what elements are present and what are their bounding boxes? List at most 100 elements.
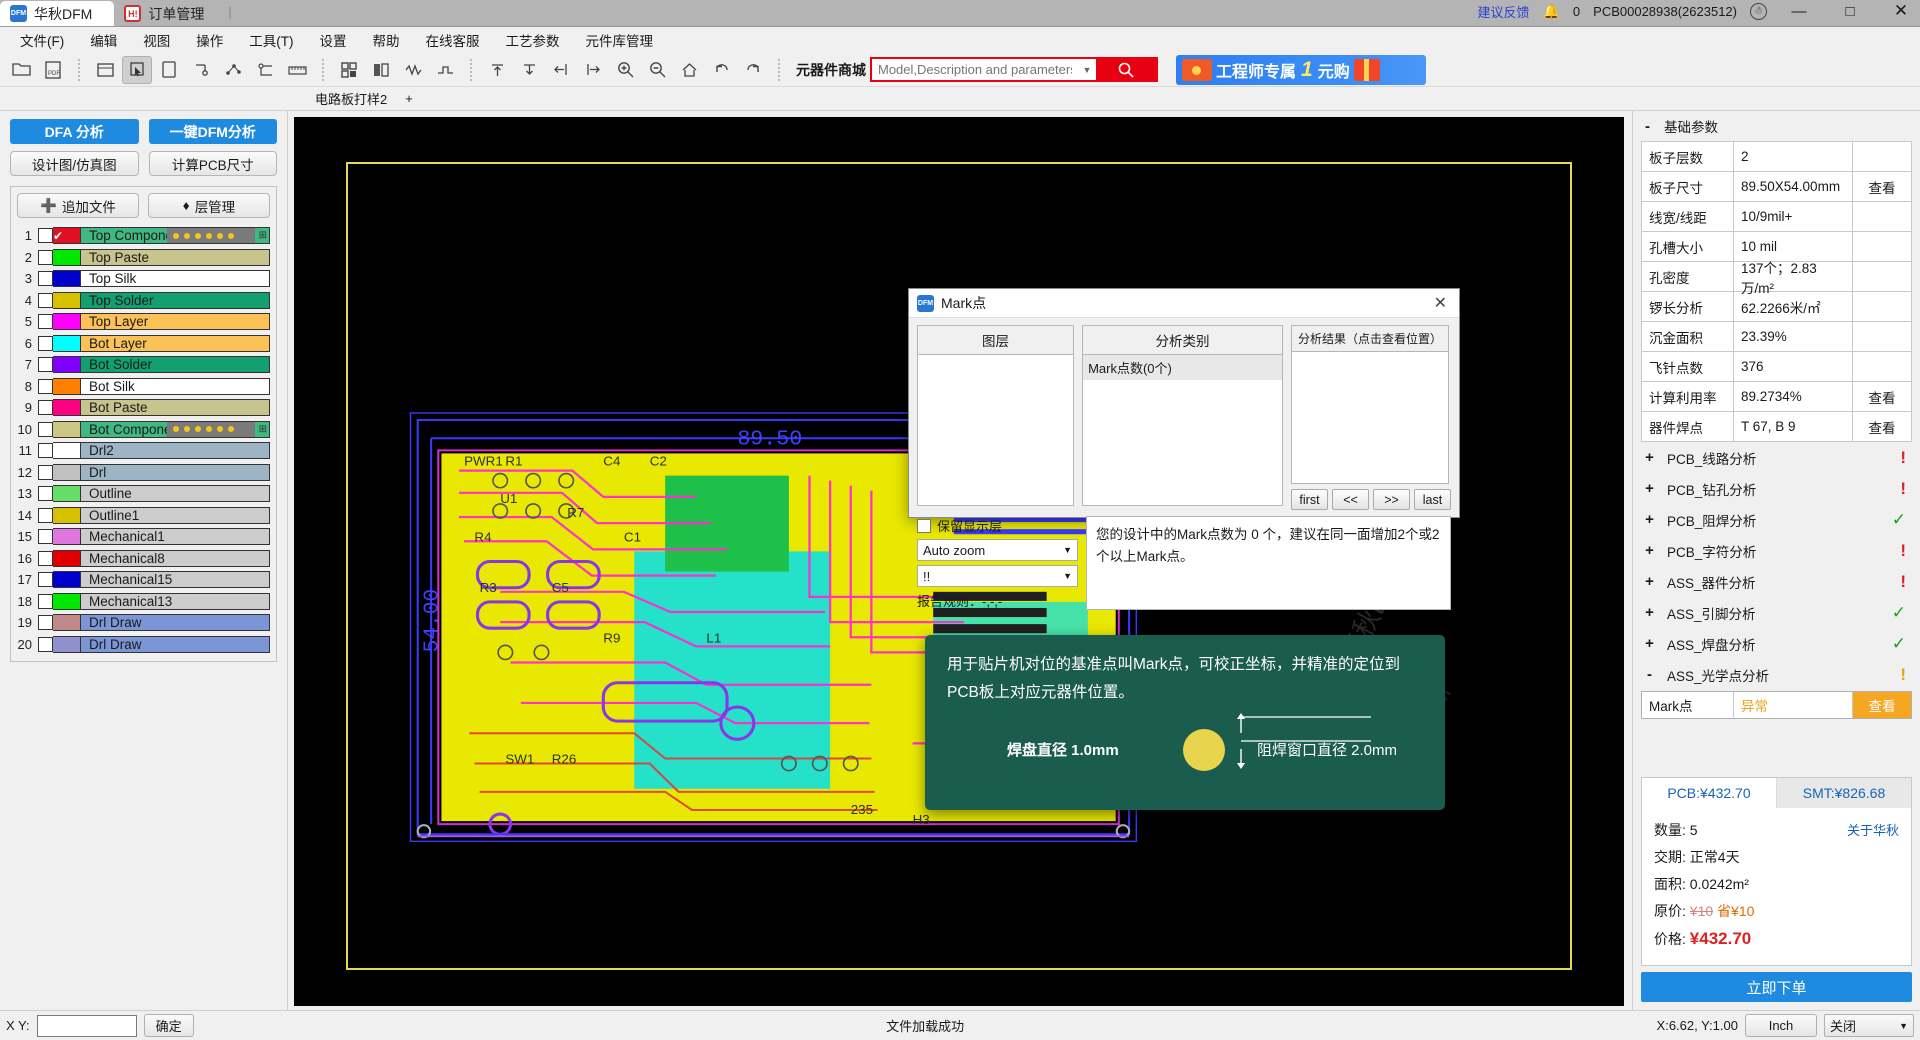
layer-row[interactable]: 17Mechanical15 xyxy=(17,569,270,591)
expand-toggle-icon[interactable]: - xyxy=(1643,666,1656,683)
zoom-in-icon[interactable] xyxy=(610,56,640,84)
analysis-result-column[interactable]: 分析结果（点击查看位置） xyxy=(1291,325,1449,484)
layer-row[interactable]: 11Drl2 xyxy=(17,440,270,462)
layer-color-swatch[interactable] xyxy=(53,636,81,653)
layer-list[interactable]: 1✔Top Component⊞2Top Paste3Top Silk4Top … xyxy=(17,225,270,655)
home-icon[interactable] xyxy=(674,56,704,84)
minimize-button[interactable]: — xyxy=(1780,0,1818,25)
analysis-row[interactable]: +PCB_阻焊分析✓ xyxy=(1633,504,1920,535)
tab-huaqiu-dfm[interactable]: DFM 华秋DFM xyxy=(0,1,114,26)
expand-toggle-icon[interactable]: + xyxy=(1643,511,1656,528)
secondary-select[interactable]: !! ▼ xyxy=(917,565,1078,587)
menu-item-edit[interactable]: 编辑 xyxy=(77,27,130,53)
layer-name[interactable]: Mechanical13 xyxy=(81,593,270,610)
layer-name[interactable]: Mechanical8 xyxy=(81,550,270,567)
dimension-icon[interactable] xyxy=(250,56,280,84)
layer-name[interactable]: Mechanical15 xyxy=(81,571,270,588)
design-simulation-button[interactable]: 设计图/仿真图 xyxy=(10,151,139,176)
layer-column[interactable]: 图层 xyxy=(917,325,1074,506)
analysis-category-item[interactable]: Mark点数(0个) xyxy=(1083,355,1282,380)
layer-name[interactable]: Top Paste xyxy=(81,249,270,266)
zoom-out-icon[interactable] xyxy=(642,56,672,84)
tab-pcb-price[interactable]: PCB:¥432.70 xyxy=(1642,778,1777,808)
layer-name[interactable]: Outline1 xyxy=(81,507,270,524)
basic-params-header[interactable]: - 基础参数 xyxy=(1633,111,1920,141)
layer-row[interactable]: 15Mechanical1 xyxy=(17,526,270,548)
close-select[interactable]: 关闭 ▼ xyxy=(1824,1014,1914,1037)
layer-row[interactable]: 18Mechanical13 xyxy=(17,591,270,613)
chevron-down-icon[interactable]: ▼ xyxy=(1078,59,1096,80)
promo-banner[interactable]: 工程师专属 1 元购 xyxy=(1176,55,1426,85)
layer-row[interactable]: 9Bot Paste xyxy=(17,397,270,419)
layer-checkbox[interactable] xyxy=(38,637,53,652)
layer-checkbox[interactable] xyxy=(38,400,53,415)
menu-item-online-support[interactable]: 在线客服 xyxy=(413,27,493,53)
expand-toggle-icon[interactable]: + xyxy=(1643,573,1656,590)
expand-toggle-icon[interactable]: + xyxy=(1643,542,1656,559)
one-click-dfm-button[interactable]: 一键DFM分析 xyxy=(149,119,278,144)
layer-checkbox[interactable] xyxy=(38,572,53,587)
param-action[interactable]: 查看 xyxy=(1853,382,1911,411)
layer-checkbox[interactable] xyxy=(38,336,53,351)
add-file-button[interactable]: ➕ 追加文件 xyxy=(17,193,139,218)
about-link[interactable]: 关于华秋 xyxy=(1847,817,1899,844)
layer-checkbox[interactable] xyxy=(38,465,53,480)
menu-item-settings[interactable]: 设置 xyxy=(307,27,360,53)
layer-checkbox[interactable] xyxy=(38,357,53,372)
nav-next-button[interactable]: >> xyxy=(1373,489,1410,510)
layer-name[interactable]: Mechanical1 xyxy=(81,528,270,545)
layer-color-swatch[interactable] xyxy=(53,571,81,588)
layer-checkbox[interactable] xyxy=(38,508,53,523)
layer-row[interactable]: 10Bot Component⊞ xyxy=(17,419,270,441)
menu-item-process-params[interactable]: 工艺参数 xyxy=(493,27,573,53)
align-left-icon[interactable] xyxy=(546,56,576,84)
maximize-button[interactable]: □ xyxy=(1831,0,1869,25)
xy-input[interactable] xyxy=(37,1015,137,1037)
menu-item-help[interactable]: 帮助 xyxy=(360,27,413,53)
feedback-link[interactable]: 建议反馈 xyxy=(1477,2,1529,21)
bell-icon[interactable]: 🔔 xyxy=(1542,3,1559,20)
calc-pcb-size-button[interactable]: 计算PCB尺寸 xyxy=(149,151,278,176)
layer-row[interactable]: 16Mechanical8 xyxy=(17,548,270,570)
pdf-export-icon[interactable]: PDF xyxy=(38,56,68,84)
nav-last-button[interactable]: last xyxy=(1414,489,1451,510)
add-document-tab-button[interactable]: + xyxy=(405,91,413,106)
layer-checkbox[interactable] xyxy=(38,594,53,609)
layer-name[interactable]: Outline xyxy=(81,485,270,502)
layer-checkbox[interactable] xyxy=(38,551,53,566)
layer-row[interactable]: 13Outline xyxy=(17,483,270,505)
menu-item-view[interactable]: 视图 xyxy=(130,27,183,53)
analysis-row[interactable]: +ASS_引脚分析✓ xyxy=(1633,597,1920,628)
layer-color-swatch[interactable] xyxy=(53,485,81,502)
dialog-close-button[interactable]: ✕ xyxy=(1430,293,1451,313)
layer-expand-icon[interactable]: ⊞ xyxy=(259,230,267,241)
layer-color-swatch[interactable] xyxy=(53,614,81,631)
layer-checkbox[interactable] xyxy=(38,228,53,243)
menu-item-file[interactable]: 文件(F) xyxy=(7,27,77,53)
layer-checkbox[interactable] xyxy=(38,529,53,544)
layer-manage-button[interactable]: ♦ 层管理 xyxy=(148,193,270,218)
menu-item-operate[interactable]: 操作 xyxy=(183,27,236,53)
layer-color-swatch[interactable] xyxy=(53,421,81,438)
redo-icon[interactable] xyxy=(738,56,768,84)
layer-checkbox[interactable] xyxy=(38,422,53,437)
menu-item-tools[interactable]: 工具(T) xyxy=(236,27,306,53)
open-folder-icon[interactable] xyxy=(6,56,36,84)
collapse-toggle-icon[interactable]: - xyxy=(1641,118,1654,135)
layer-name[interactable]: Drl Draw xyxy=(81,636,270,653)
layer-color-swatch[interactable] xyxy=(53,593,81,610)
layer-checkbox[interactable] xyxy=(38,314,53,329)
search-icon[interactable] xyxy=(1096,59,1156,80)
layer-color-swatch[interactable] xyxy=(53,464,81,481)
tab-smt-price[interactable]: SMT:¥826.68 xyxy=(1777,778,1911,808)
nav-first-button[interactable]: first xyxy=(1291,489,1328,510)
component-info-icon[interactable] xyxy=(366,56,396,84)
panel-view-icon[interactable] xyxy=(90,56,120,84)
single-board-icon[interactable] xyxy=(154,56,184,84)
layer-name[interactable]: Top Silk xyxy=(81,270,270,287)
expand-toggle-icon[interactable]: + xyxy=(1643,480,1656,497)
layer-name[interactable]: Top Solder xyxy=(81,292,270,309)
select-cursor-icon[interactable] xyxy=(122,56,152,84)
undo-icon[interactable] xyxy=(706,56,736,84)
align-right-icon[interactable] xyxy=(578,56,608,84)
